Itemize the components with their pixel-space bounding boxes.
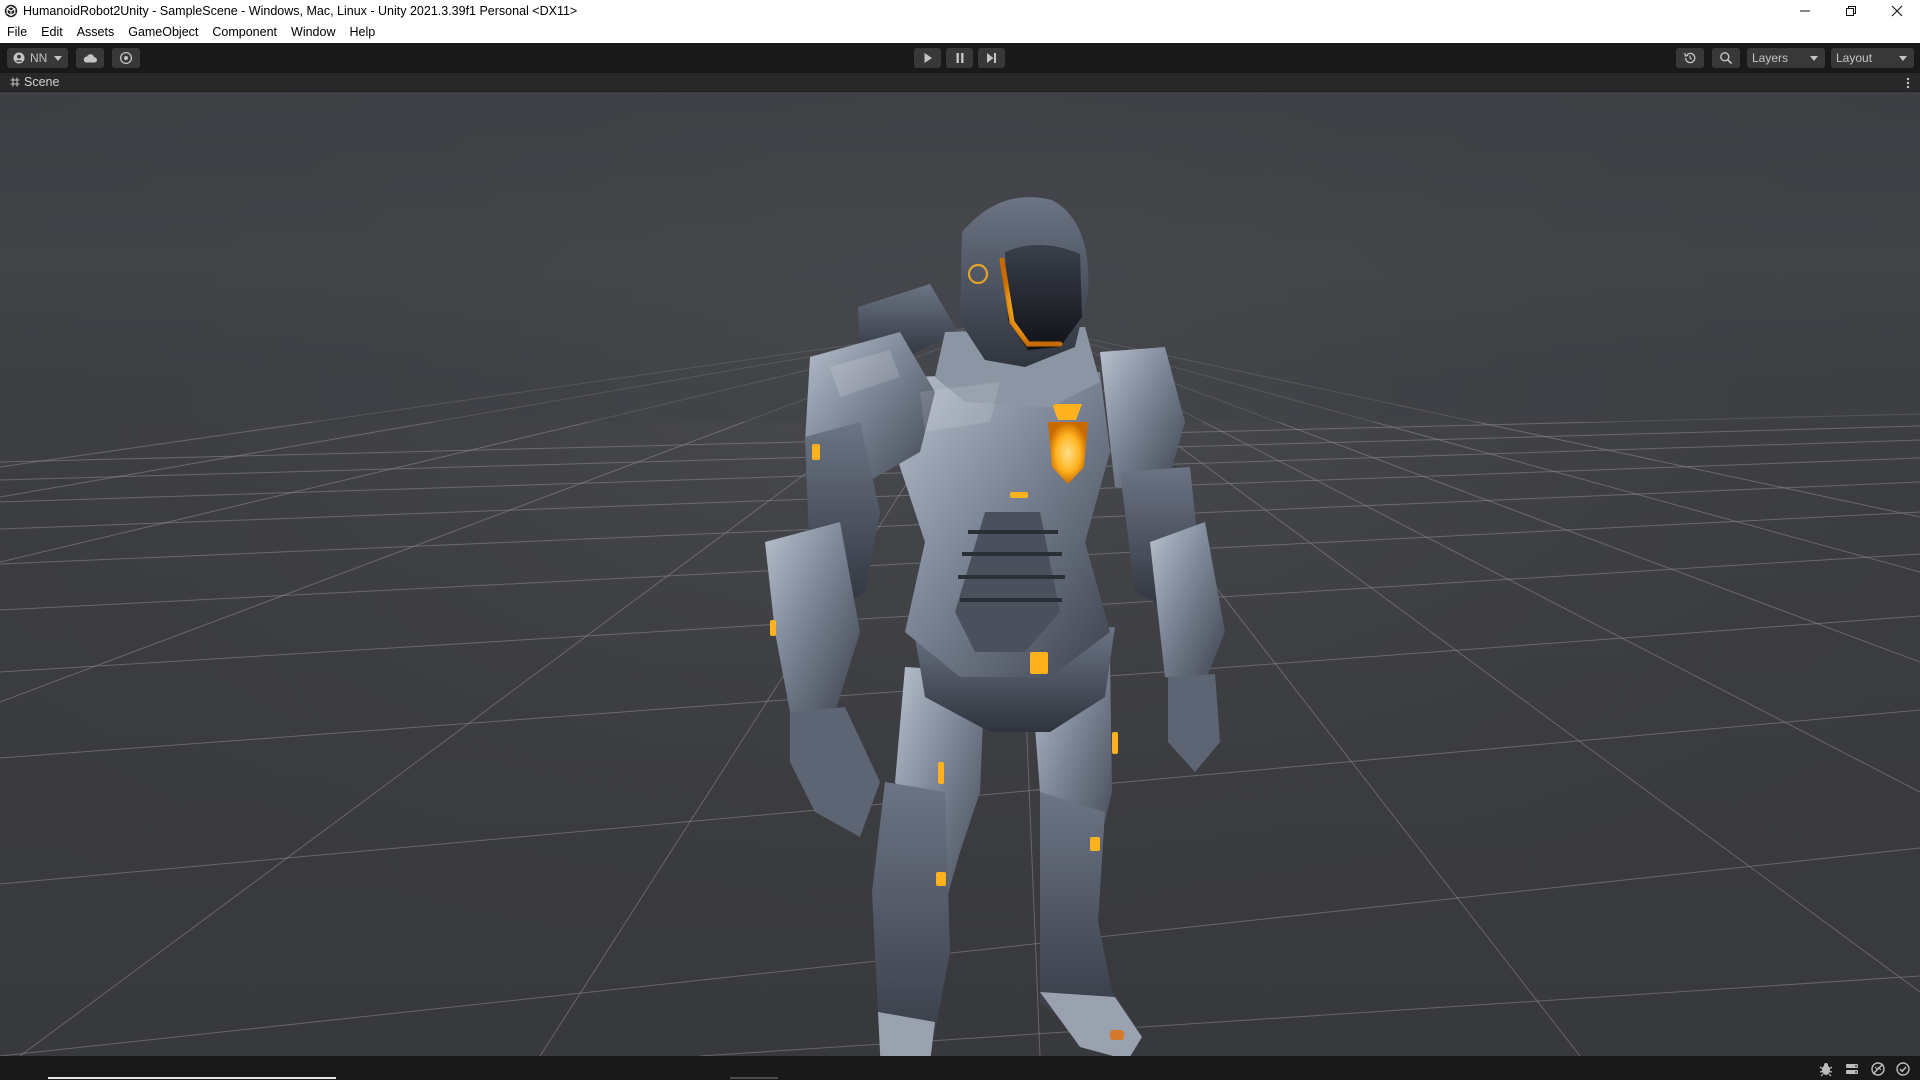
cache-server-icon[interactable]	[1844, 1061, 1860, 1077]
menu-bar: File Edit Assets GameObject Component Wi…	[0, 22, 1920, 43]
collab-button[interactable]	[112, 48, 140, 68]
menu-component[interactable]: Component	[205, 22, 284, 43]
menu-help[interactable]: Help	[342, 22, 382, 43]
menu-edit[interactable]: Edit	[34, 22, 70, 43]
cloud-icon	[83, 54, 97, 63]
search-icon	[1720, 52, 1733, 65]
progress-bar	[48, 1077, 336, 1079]
check-circle-icon[interactable]	[1895, 1061, 1911, 1077]
collab-icon	[119, 51, 133, 65]
scene-viewport[interactable]	[0, 92, 1920, 1056]
scene-tab[interactable]: Scene	[24, 75, 59, 89]
step-button[interactable]	[978, 48, 1005, 68]
history-icon	[1684, 52, 1696, 64]
menu-gameobject[interactable]: GameObject	[121, 22, 205, 43]
cloud-button[interactable]	[76, 48, 104, 68]
minimize-button[interactable]	[1782, 0, 1828, 22]
scene-view-canvas[interactable]	[0, 92, 1920, 1056]
search-button[interactable]	[1712, 48, 1740, 68]
step-icon	[987, 53, 996, 63]
scene-tab-bar: Scene	[0, 73, 1920, 92]
restore-icon	[1846, 6, 1856, 16]
network-disabled-icon[interactable]	[1870, 1061, 1886, 1077]
window-title-bar: HumanoidRobot2Unity - SampleScene - Wind…	[0, 0, 1920, 22]
layers-dropdown[interactable]: Layers	[1747, 48, 1825, 68]
pause-icon	[956, 53, 963, 63]
undo-history-button[interactable]	[1676, 48, 1704, 68]
account-dropdown[interactable]: NN	[7, 48, 68, 68]
layout-dropdown[interactable]: Layout	[1831, 48, 1914, 68]
menu-file[interactable]: File	[0, 22, 34, 43]
main-toolbar: NN Layers Layout	[0, 43, 1920, 73]
more-options-icon[interactable]	[1906, 77, 1910, 89]
close-icon	[1891, 5, 1903, 17]
bug-icon[interactable]	[1818, 1061, 1834, 1077]
account-label: NN	[30, 51, 48, 65]
window-title: HumanoidRobot2Unity - SampleScene - Wind…	[23, 4, 578, 18]
account-icon	[13, 52, 25, 64]
minimize-icon	[1800, 10, 1810, 12]
scroll-indicator	[730, 1077, 778, 1079]
close-button[interactable]	[1874, 0, 1920, 22]
play-icon	[924, 53, 932, 63]
grid-hash-icon	[10, 77, 20, 87]
play-button[interactable]	[914, 48, 941, 68]
chevron-down-icon	[54, 55, 63, 61]
chevron-down-icon	[1810, 55, 1818, 61]
chevron-down-icon	[1899, 55, 1907, 61]
layers-label: Layers	[1752, 51, 1789, 65]
window-controls	[1782, 0, 1920, 22]
pause-button[interactable]	[946, 48, 973, 68]
restore-button[interactable]	[1828, 0, 1874, 22]
menu-assets[interactable]: Assets	[70, 22, 122, 43]
status-bar	[0, 1056, 1920, 1080]
unity-logo-icon	[4, 4, 18, 18]
layout-label: Layout	[1836, 51, 1873, 65]
menu-window[interactable]: Window	[284, 22, 342, 43]
